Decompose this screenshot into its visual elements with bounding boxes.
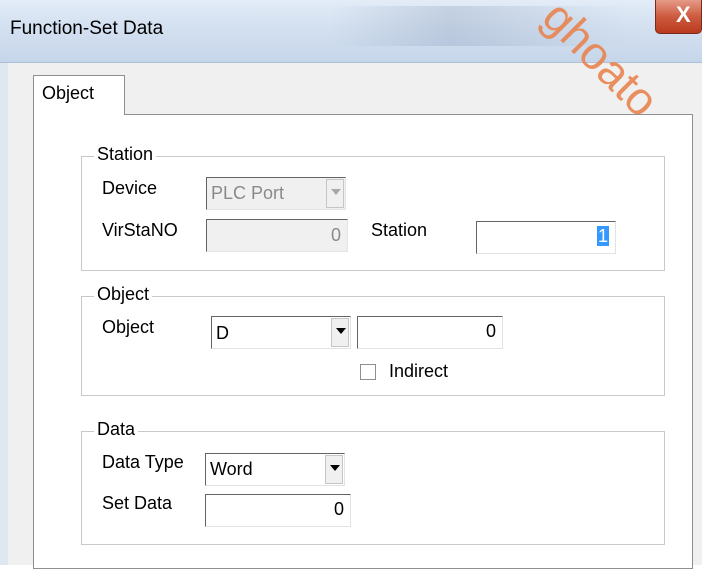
virstano-input[interactable]: 0 [206,219,348,252]
device-dropdown-button[interactable] [326,179,344,208]
device-label: Device [102,178,158,198]
device-select[interactable]: PLC Port [206,177,346,210]
station-input[interactable]: 1 [476,221,616,254]
object-type-value: D [216,323,229,343]
close-icon: X [676,2,691,27]
virstano-label: VirStaNO [102,220,178,240]
tab-panel-object: Station Device PLC Port VirStaNO 0 Stati… [33,114,693,569]
set-data-value: 0 [333,499,344,519]
indirect-label: Indirect [389,361,449,381]
device-select-value: PLC Port [211,183,285,203]
set-data-input[interactable]: 0 [205,494,351,527]
set-data-label: Set Data [102,493,173,513]
object-address-input[interactable]: 0 [357,316,503,349]
indirect-checkbox[interactable] [360,364,376,380]
virstano-value: 0 [330,225,341,245]
object-group-title: Object [94,284,153,305]
object-label: Object [102,317,155,337]
data-type-label: Data Type [102,452,184,472]
station-group-title: Station [94,144,157,165]
station-label: Station [371,220,428,240]
tab-object-label: Object [42,83,95,103]
data-type-dropdown-button[interactable] [325,455,343,484]
chevron-down-icon [336,328,346,334]
title-bar[interactable]: Function-Set Data X [0,0,702,63]
data-group [81,431,665,545]
object-address-value: 0 [485,321,496,341]
object-type-dropdown-button[interactable] [331,318,349,347]
window-title: Function-Set Data [10,18,164,39]
close-button[interactable]: X [655,0,702,34]
data-type-value: Word [210,459,253,479]
title-bar-sheen [330,6,630,46]
chevron-down-icon [330,465,340,471]
data-group-title: Data [94,419,139,440]
chevron-down-icon [331,189,341,195]
object-type-select[interactable]: D [211,316,351,349]
tab-object[interactable]: Object [33,75,125,115]
data-type-select[interactable]: Word [205,453,345,486]
station-value: 1 [596,226,609,246]
window-left-edge [0,63,8,565]
